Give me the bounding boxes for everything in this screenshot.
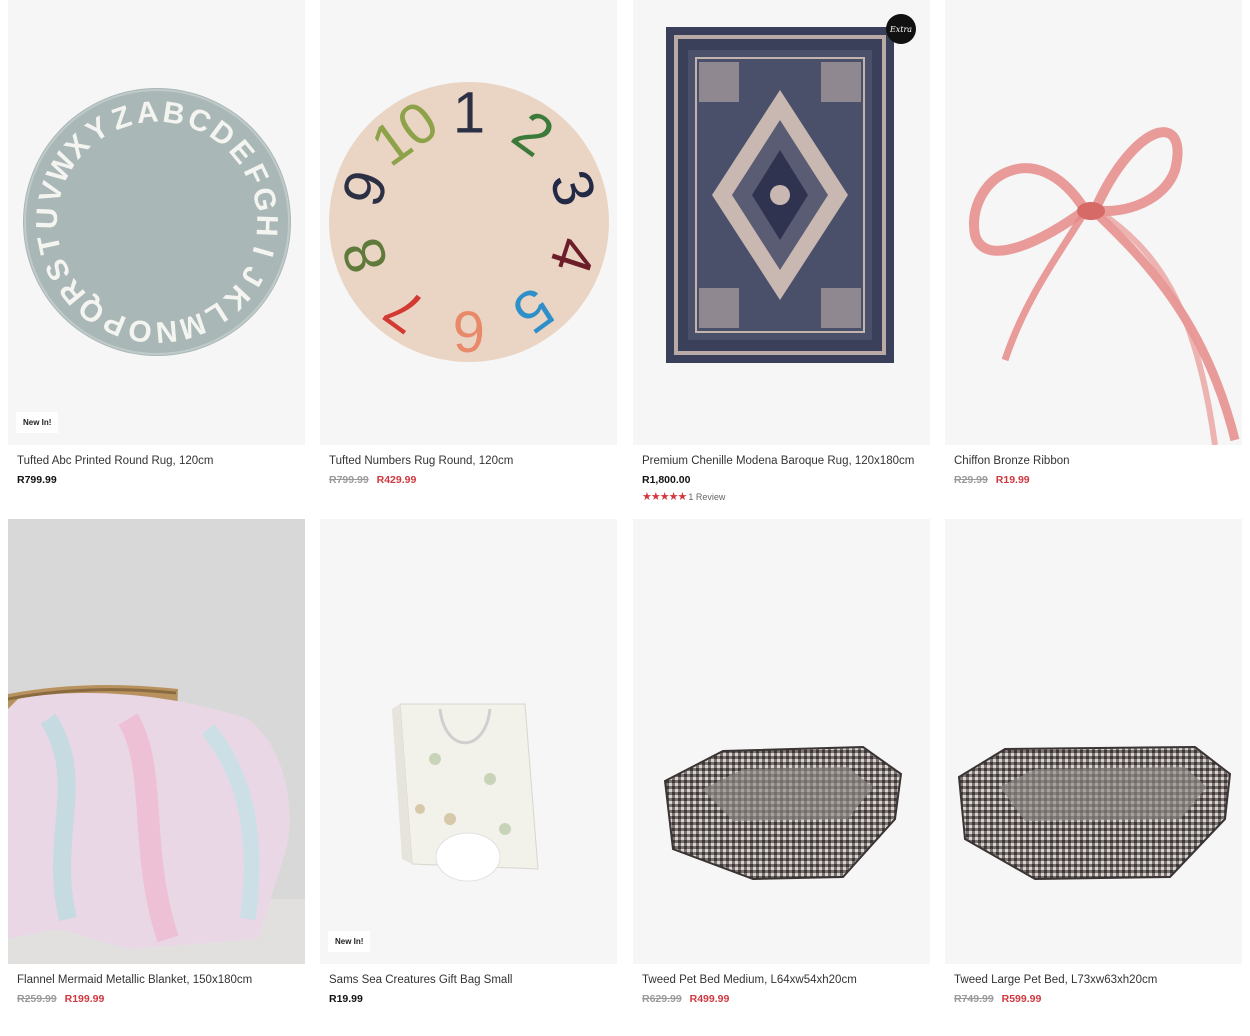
product-title[interactable]: Flannel Mermaid Metallic Blanket, 150x18… [17,973,296,987]
product-title[interactable]: Tweed Pet Bed Medium, L64xw54xh20cm [642,973,921,987]
review-count[interactable]: 1 Review [688,492,725,502]
product-image[interactable] [945,0,1242,445]
price-original: R749.99 [954,993,994,1005]
product-image[interactable] [8,519,305,964]
price-sale: R429.99 [376,474,417,486]
rug-letter: A [135,95,159,130]
product-image[interactable]: Extra [633,0,930,445]
product-price: R799.99 [17,474,296,486]
star-rating-icon: ★★★★★ [642,491,687,503]
product-image[interactable]: New In! [320,519,617,964]
price-original: R259.99 [17,993,57,1005]
product-title[interactable]: Tweed Large Pet Bed, L73xw63xh20cm [954,973,1233,987]
price-sale: R599.99 [1001,993,1042,1005]
product-card[interactable]: Extra Premium Chenille Modena Baroque Ru… [633,0,930,503]
pet-bed-large-image [957,745,1232,881]
rug-letter: H [250,214,284,237]
product-card[interactable]: Tweed Large Pet Bed, L73xw63xh20cm R749.… [945,519,1242,1005]
product-price: R749.99 R599.99 [954,993,1233,1005]
product-price: R259.99 R199.99 [17,993,296,1005]
rug-number: 1 [453,80,485,145]
product-image[interactable]: 1 2 3 4 5 6 7 8 9 10 [320,0,617,445]
baroque-rug-image [666,27,894,363]
price-sale: R199.99 [64,993,105,1005]
price-current: R1,800.00 [642,474,691,486]
product-price: R1,800.00 [642,474,921,486]
product-image[interactable] [633,519,930,964]
price-current: R799.99 [17,474,57,486]
rug-letter: N [154,314,178,349]
price-current: R19.99 [329,993,363,1005]
product-image[interactable] [945,519,1242,964]
product-card[interactable]: ABCDEFGHIJKLMNOPQRSTUVWXYZ New In! Tufte… [8,0,305,486]
product-card[interactable]: New In! Sams Sea Creatures Gift Bag Smal… [320,519,617,1005]
product-card[interactable]: Tweed Pet Bed Medium, L64xw54xh20cm R629… [633,519,930,1005]
product-title[interactable]: Chiffon Bronze Ribbon [954,454,1233,468]
product-price: R19.99 [329,993,608,1005]
brand-logo-badge: Extra [886,14,916,44]
product-rating[interactable]: ★★★★★ 1 Review [642,490,921,503]
ribbon-image [969,127,1240,445]
pet-bed-medium-image [663,745,903,881]
numbers-rug-image: 1 2345678910 [329,80,609,364]
product-card[interactable]: Chiffon Bronze Ribbon R29.99 R19.99 [945,0,1242,486]
price-original: R29.99 [954,474,988,486]
price-original: R629.99 [642,993,682,1005]
rug-letter: O [126,312,154,348]
abc-rug-image: A BCDEFGHIJKLMNOPQRSTUVWXYZ [23,88,291,356]
blanket-image [8,685,305,964]
product-card[interactable]: Flannel Mermaid Metallic Blanket, 150x18… [8,519,305,1005]
price-sale: R19.99 [995,474,1030,486]
product-title[interactable]: Tufted Abc Printed Round Rug, 120cm [17,454,296,468]
product-price: R799.99 R429.99 [329,474,608,486]
product-title[interactable]: Tufted Numbers Rug Round, 120cm [329,454,608,468]
product-title[interactable]: Premium Chenille Modena Baroque Rug, 120… [642,454,921,468]
product-card[interactable]: 1 2 3 4 5 6 7 8 9 10 Tufted Numbers Rug Round, 12… [320,0,617,486]
new-in-badge: New In! [328,931,371,952]
price-sale: R499.99 [689,993,730,1005]
product-title[interactable]: Sams Sea Creatures Gift Bag Small [329,973,608,987]
rug-letter: U [31,207,65,230]
product-image[interactable]: ABCDEFGHIJKLMNOPQRSTUVWXYZ New In! [8,0,305,445]
gift-bag-image [392,703,539,882]
price-original: R799.99 [329,474,369,486]
rug-number: 6 [453,299,485,364]
product-price: R629.99 R499.99 [642,993,921,1005]
product-price: R29.99 R19.99 [954,474,1233,486]
new-in-badge: New In! [16,412,59,433]
